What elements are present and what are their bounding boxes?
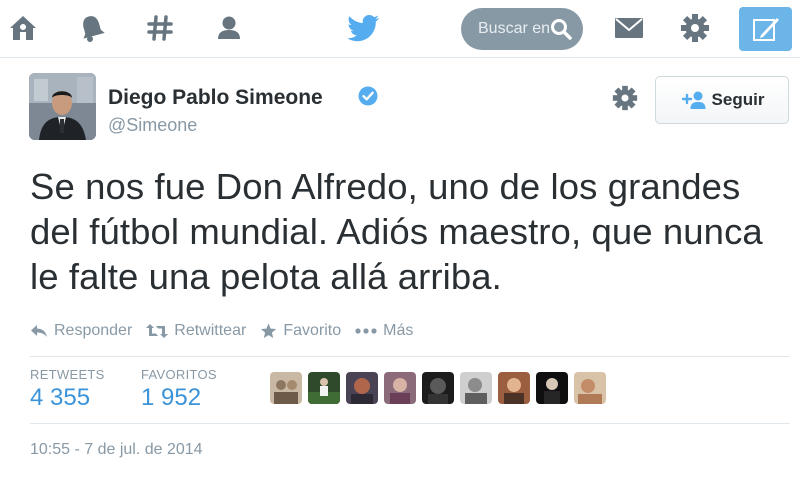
compose-icon — [752, 18, 779, 41]
retweets-stat-label: RETWEETS — [30, 367, 105, 382]
author-name[interactable]: Diego Pablo Simeone — [108, 86, 323, 110]
favoriter-avatar[interactable] — [498, 372, 530, 404]
retweets-count[interactable]: 4 355 — [30, 384, 90, 412]
favoriter-avatar[interactable] — [308, 372, 340, 404]
hashtag-icon[interactable] — [142, 10, 178, 46]
favoriter-avatar[interactable] — [536, 372, 568, 404]
favoriter-avatar[interactable] — [270, 372, 302, 404]
favoriter-avatar[interactable] — [460, 372, 492, 404]
tweet-text: Se nos fue Don Alfredo, uno de los grand… — [30, 166, 763, 297]
author-handle[interactable]: @Simeone — [108, 115, 197, 136]
search-placeholder: Buscar en — [478, 20, 551, 37]
follow-button[interactable]: Seguir — [655, 76, 789, 124]
favoriter-avatar[interactable] — [422, 372, 454, 404]
more-button[interactable]: Más — [355, 322, 413, 340]
reply-button[interactable]: Responder — [30, 322, 132, 340]
favoriter-avatar[interactable] — [574, 372, 606, 404]
search-input[interactable]: Buscar en — [461, 8, 583, 50]
tweet-actions: Responder Retwittear Favorito Más — [30, 320, 427, 342]
reply-icon — [31, 325, 47, 337]
star-icon — [261, 323, 277, 338]
favoriter-avatar[interactable] — [384, 372, 416, 404]
person-icon[interactable] — [211, 10, 247, 46]
more-label: Más — [383, 322, 414, 339]
search-icon[interactable] — [549, 17, 573, 41]
gear-icon[interactable] — [677, 10, 713, 46]
home-icon[interactable] — [5, 10, 41, 46]
twitter-bird-icon[interactable] — [346, 10, 382, 46]
avatar[interactable] — [29, 73, 96, 140]
divider — [30, 356, 790, 357]
favorite-button[interactable]: Favorito — [260, 322, 341, 340]
retweet-label: Retwittear — [174, 322, 247, 339]
favoriters-avatars — [270, 372, 606, 404]
favorite-label: Favorito — [283, 322, 342, 339]
tweet-settings-gear-icon[interactable] — [611, 84, 639, 112]
retweet-button[interactable]: Retwittear — [146, 322, 246, 340]
divider — [30, 423, 790, 424]
mail-icon[interactable] — [611, 10, 647, 46]
bell-icon[interactable] — [74, 10, 110, 46]
tweet-timestamp[interactable]: 10:55 - 7 de jul. de 2014 — [30, 441, 203, 459]
compose-tweet-button[interactable] — [739, 7, 792, 51]
favoriter-avatar[interactable] — [346, 372, 378, 404]
retweet-icon — [146, 324, 169, 338]
favorites-count[interactable]: 1 952 — [141, 384, 201, 412]
reply-label: Responder — [54, 322, 133, 339]
top-navigation-bar: Buscar en — [0, 0, 800, 58]
more-icon — [355, 328, 377, 334]
verified-badge-icon — [358, 86, 378, 106]
favorites-stat-label: FAVORITOS — [141, 367, 217, 382]
follow-button-label: Seguir — [711, 90, 765, 109]
follow-person-plus-icon — [681, 91, 706, 109]
